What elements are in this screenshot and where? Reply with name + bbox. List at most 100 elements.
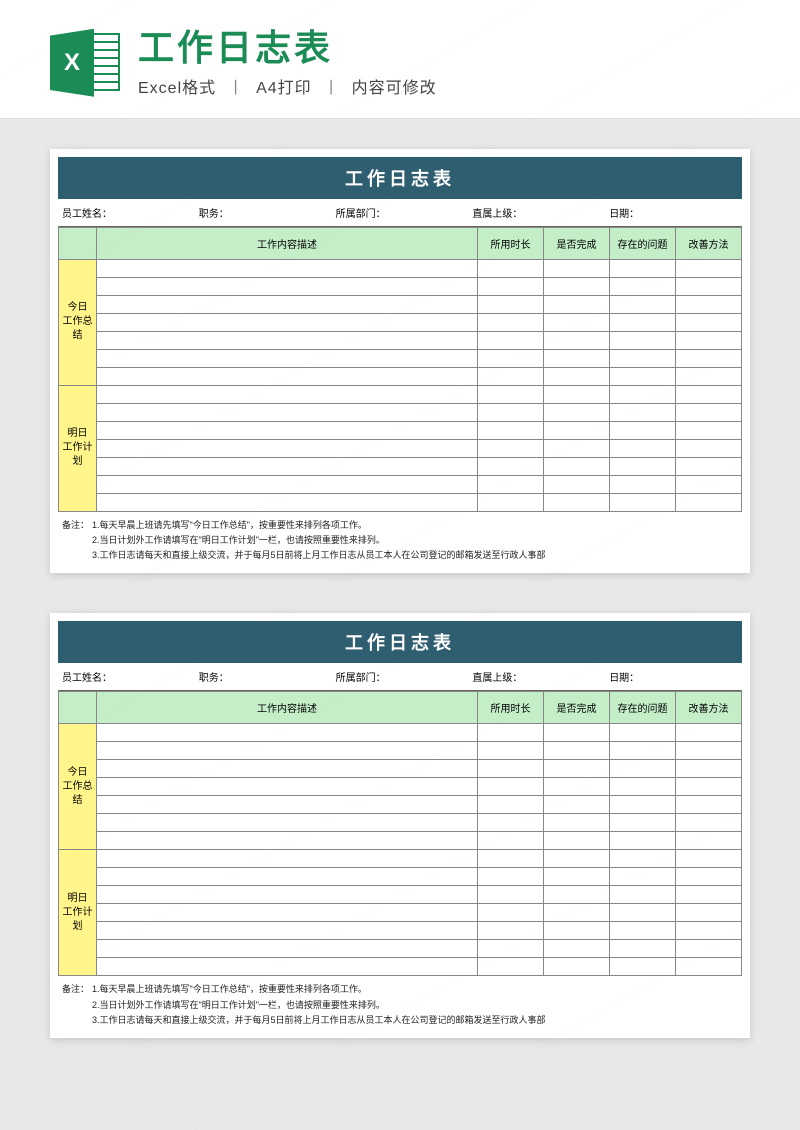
table-cell[interactable] [610,814,676,832]
table-cell[interactable] [610,724,676,742]
table-cell[interactable] [676,868,742,886]
table-cell[interactable] [676,814,742,832]
table-cell[interactable] [544,439,610,457]
table-cell[interactable] [478,742,544,760]
table-cell[interactable] [676,331,742,349]
table-cell[interactable] [610,313,676,331]
table-cell[interactable] [478,367,544,385]
table-cell[interactable] [610,832,676,850]
table-cell[interactable] [544,277,610,295]
table-cell[interactable] [478,814,544,832]
table-cell[interactable] [478,403,544,421]
table-cell[interactable] [97,868,478,886]
table-cell[interactable] [610,850,676,868]
table-cell[interactable] [676,796,742,814]
table-cell[interactable] [97,439,478,457]
table-cell[interactable] [610,922,676,940]
table-cell[interactable] [544,760,610,778]
table-cell[interactable] [544,421,610,439]
table-cell[interactable] [676,349,742,367]
table-cell[interactable] [97,457,478,475]
table-cell[interactable] [478,493,544,511]
table-cell[interactable] [676,886,742,904]
table-cell[interactable] [478,385,544,403]
table-cell[interactable] [97,850,478,868]
table-cell[interactable] [676,958,742,976]
table-cell[interactable] [544,493,610,511]
table-cell[interactable] [97,724,478,742]
table-cell[interactable] [478,940,544,958]
table-cell[interactable] [478,313,544,331]
table-cell[interactable] [610,259,676,277]
table-cell[interactable] [478,439,544,457]
table-cell[interactable] [676,439,742,457]
table-cell[interactable] [610,742,676,760]
table-cell[interactable] [676,367,742,385]
table-cell[interactable] [544,868,610,886]
table-cell[interactable] [676,742,742,760]
table-cell[interactable] [544,349,610,367]
table-cell[interactable] [676,760,742,778]
table-cell[interactable] [676,778,742,796]
table-cell[interactable] [478,904,544,922]
table-cell[interactable] [97,760,478,778]
table-cell[interactable] [478,724,544,742]
table-cell[interactable] [97,814,478,832]
table-cell[interactable] [610,760,676,778]
table-cell[interactable] [478,886,544,904]
table-cell[interactable] [97,367,478,385]
table-cell[interactable] [544,886,610,904]
table-cell[interactable] [676,904,742,922]
table-cell[interactable] [610,295,676,313]
table-cell[interactable] [97,277,478,295]
table-cell[interactable] [544,331,610,349]
table-cell[interactable] [478,796,544,814]
table-cell[interactable] [610,904,676,922]
table-cell[interactable] [544,724,610,742]
table-cell[interactable] [478,331,544,349]
table-cell[interactable] [478,457,544,475]
table-cell[interactable] [544,259,610,277]
table-cell[interactable] [544,295,610,313]
table-cell[interactable] [544,850,610,868]
table-cell[interactable] [478,475,544,493]
table-cell[interactable] [544,814,610,832]
table-cell[interactable] [478,850,544,868]
table-cell[interactable] [610,403,676,421]
table-cell[interactable] [478,295,544,313]
table-cell[interactable] [97,475,478,493]
table-cell[interactable] [97,403,478,421]
table-cell[interactable] [610,367,676,385]
table-cell[interactable] [97,958,478,976]
table-cell[interactable] [676,832,742,850]
table-cell[interactable] [544,778,610,796]
table-cell[interactable] [544,385,610,403]
table-cell[interactable] [676,850,742,868]
table-cell[interactable] [676,475,742,493]
table-cell[interactable] [610,886,676,904]
table-cell[interactable] [676,277,742,295]
table-cell[interactable] [478,277,544,295]
table-cell[interactable] [544,367,610,385]
table-cell[interactable] [97,904,478,922]
table-cell[interactable] [610,796,676,814]
table-cell[interactable] [478,778,544,796]
table-cell[interactable] [610,868,676,886]
table-cell[interactable] [676,313,742,331]
table-cell[interactable] [97,940,478,958]
table-cell[interactable] [610,778,676,796]
table-cell[interactable] [676,259,742,277]
table-cell[interactable] [478,760,544,778]
table-cell[interactable] [676,421,742,439]
table-cell[interactable] [97,421,478,439]
table-cell[interactable] [97,778,478,796]
table-cell[interactable] [676,724,742,742]
table-cell[interactable] [478,958,544,976]
table-cell[interactable] [610,421,676,439]
table-cell[interactable] [544,832,610,850]
table-cell[interactable] [97,295,478,313]
table-cell[interactable] [544,403,610,421]
table-cell[interactable] [544,457,610,475]
table-cell[interactable] [544,940,610,958]
table-cell[interactable] [676,940,742,958]
